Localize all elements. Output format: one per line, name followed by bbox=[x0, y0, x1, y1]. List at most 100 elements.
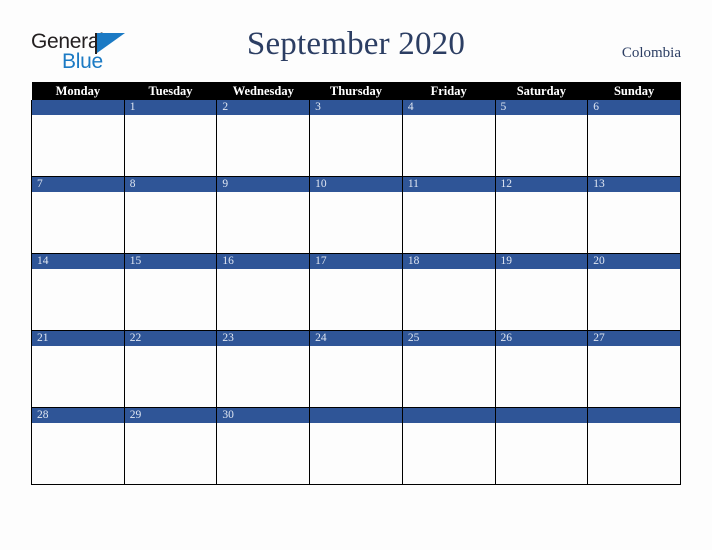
calendar-day-cell[interactable]: 16 bbox=[216, 253, 311, 331]
day-number: 24 bbox=[310, 331, 402, 346]
day-events-area[interactable] bbox=[32, 346, 124, 407]
day-events-area[interactable] bbox=[402, 115, 495, 176]
day-events-area[interactable] bbox=[217, 346, 310, 407]
day-events-area[interactable] bbox=[124, 423, 217, 484]
calendar-day-cell[interactable]: 27 bbox=[587, 330, 681, 408]
day-number: 21 bbox=[32, 331, 124, 346]
day-number: 25 bbox=[402, 331, 495, 346]
day-number: 17 bbox=[310, 254, 402, 269]
calendar-day-cell[interactable]: 20 bbox=[587, 253, 681, 331]
day-events-area[interactable] bbox=[588, 115, 680, 176]
day-number: 18 bbox=[402, 254, 495, 269]
calendar-day-cell[interactable]: 13 bbox=[587, 176, 681, 254]
day-events-area[interactable] bbox=[495, 192, 588, 253]
day-number: 5 bbox=[495, 100, 588, 115]
day-number: 29 bbox=[124, 408, 217, 423]
calendar-day-cell[interactable]: 9 bbox=[216, 176, 311, 254]
calendar-day-cell[interactable]: 23 bbox=[216, 330, 311, 408]
day-number: 28 bbox=[32, 408, 124, 423]
calendar-day-cell[interactable]: 15 bbox=[123, 253, 218, 331]
calendar-day-cell[interactable]: 11 bbox=[401, 176, 496, 254]
day-events-area[interactable] bbox=[32, 192, 124, 253]
day-events-area[interactable] bbox=[124, 346, 217, 407]
calendar-day-cell[interactable]: 3 bbox=[309, 100, 403, 177]
day-events-area[interactable] bbox=[402, 269, 495, 330]
day-events-area[interactable] bbox=[495, 115, 588, 176]
day-number: 23 bbox=[217, 331, 310, 346]
day-events-area[interactable] bbox=[124, 192, 217, 253]
region-label: Colombia bbox=[621, 45, 681, 61]
calendar-day-cell[interactable] bbox=[401, 407, 496, 485]
day-events-area[interactable] bbox=[32, 269, 124, 330]
day-events-area[interactable] bbox=[588, 192, 680, 253]
weekday-header-saturday: Saturday bbox=[495, 82, 588, 100]
calendar-day-cell[interactable]: 1 bbox=[123, 100, 218, 177]
day-number: 26 bbox=[495, 331, 588, 346]
day-events-area[interactable] bbox=[310, 423, 402, 484]
calendar-day-cell[interactable]: 4 bbox=[401, 100, 496, 177]
calendar-day-cell[interactable]: 8 bbox=[123, 176, 218, 254]
weekday-header-monday: Monday bbox=[31, 82, 125, 100]
day-events-area[interactable] bbox=[402, 192, 495, 253]
day-events-area[interactable] bbox=[402, 346, 495, 407]
calendar-day-cell[interactable]: 7 bbox=[31, 176, 125, 254]
calendar-day-cell[interactable]: 17 bbox=[309, 253, 403, 331]
calendar-day-cell[interactable]: 22 bbox=[123, 330, 218, 408]
day-events-area[interactable] bbox=[588, 423, 680, 484]
page-header: General Blue September 2020 Colombia bbox=[0, 0, 712, 82]
day-events-area[interactable] bbox=[495, 269, 588, 330]
calendar-day-cell[interactable]: 18 bbox=[401, 253, 496, 331]
day-events-area[interactable] bbox=[124, 115, 217, 176]
day-events-area[interactable] bbox=[217, 269, 310, 330]
calendar-body: 1 2 3 4 5 6 7 8 9 10 11 12 13 14 15 16 1… bbox=[31, 100, 681, 485]
calendar-day-cell[interactable] bbox=[587, 407, 681, 485]
day-events-area[interactable] bbox=[310, 192, 402, 253]
day-events-area[interactable] bbox=[217, 192, 310, 253]
day-events-area[interactable] bbox=[32, 423, 124, 484]
calendar-day-cell[interactable]: 21 bbox=[31, 330, 125, 408]
calendar-day-cell[interactable]: 25 bbox=[401, 330, 496, 408]
calendar-day-cell[interactable]: 14 bbox=[31, 253, 125, 331]
day-number: 22 bbox=[124, 331, 217, 346]
day-events-area[interactable] bbox=[310, 269, 402, 330]
day-number: 9 bbox=[217, 177, 310, 192]
day-events-area[interactable] bbox=[217, 115, 310, 176]
calendar-week-row: 14 15 16 17 18 19 20 bbox=[31, 253, 681, 331]
day-number: 19 bbox=[495, 254, 588, 269]
day-events-area[interactable] bbox=[588, 269, 680, 330]
day-events-area[interactable] bbox=[402, 423, 495, 484]
day-events-area[interactable] bbox=[495, 346, 588, 407]
calendar-day-cell[interactable] bbox=[31, 100, 125, 177]
calendar-week-row: 28 29 30 bbox=[31, 407, 681, 485]
calendar-day-cell[interactable]: 12 bbox=[494, 176, 589, 254]
day-events-area[interactable] bbox=[32, 115, 124, 176]
day-number: 14 bbox=[32, 254, 124, 269]
calendar-day-cell[interactable]: 10 bbox=[309, 176, 403, 254]
calendar-day-cell[interactable]: 24 bbox=[309, 330, 403, 408]
day-number: 10 bbox=[310, 177, 402, 192]
weekday-header-row: Monday Tuesday Wednesday Thursday Friday… bbox=[31, 82, 681, 100]
calendar-day-cell[interactable]: 29 bbox=[123, 407, 218, 485]
calendar-day-cell[interactable]: 6 bbox=[587, 100, 681, 177]
day-number: 1 bbox=[124, 100, 217, 115]
day-events-area[interactable] bbox=[495, 423, 588, 484]
calendar-day-cell[interactable] bbox=[494, 407, 589, 485]
calendar-grid: Monday Tuesday Wednesday Thursday Friday… bbox=[31, 82, 681, 485]
day-events-area[interactable] bbox=[217, 423, 310, 484]
day-events-area[interactable] bbox=[588, 346, 680, 407]
day-events-area[interactable] bbox=[124, 269, 217, 330]
calendar-day-cell[interactable]: 19 bbox=[494, 253, 589, 331]
weekday-header-wednesday: Wednesday bbox=[216, 82, 310, 100]
calendar-day-cell[interactable] bbox=[309, 407, 403, 485]
day-number: 20 bbox=[588, 254, 680, 269]
weekday-header-friday: Friday bbox=[402, 82, 496, 100]
day-number: 27 bbox=[588, 331, 680, 346]
day-number: 3 bbox=[310, 100, 402, 115]
calendar-day-cell[interactable]: 26 bbox=[494, 330, 589, 408]
calendar-day-cell[interactable]: 30 bbox=[216, 407, 311, 485]
calendar-day-cell[interactable]: 28 bbox=[31, 407, 125, 485]
calendar-day-cell[interactable]: 2 bbox=[216, 100, 311, 177]
day-events-area[interactable] bbox=[310, 115, 402, 176]
calendar-day-cell[interactable]: 5 bbox=[494, 100, 589, 177]
day-events-area[interactable] bbox=[310, 346, 402, 407]
